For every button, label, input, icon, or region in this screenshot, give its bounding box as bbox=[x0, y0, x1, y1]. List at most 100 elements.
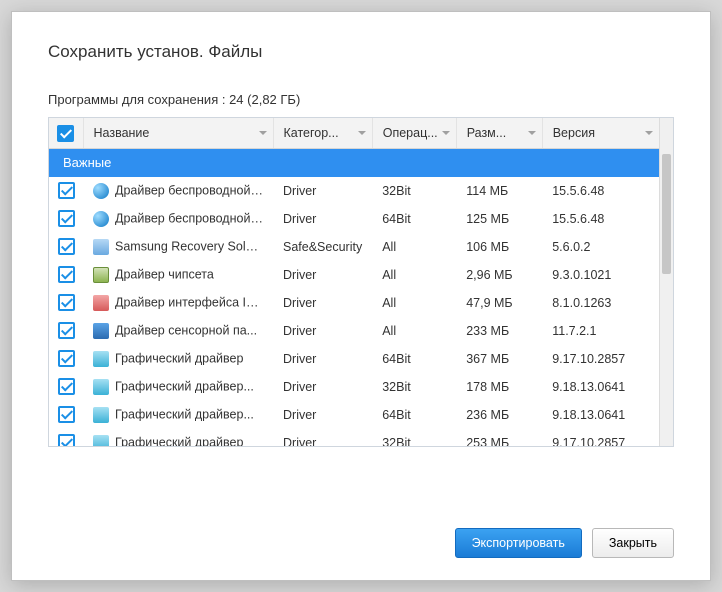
row-name: Драйвер интерфейса In... bbox=[115, 295, 263, 309]
col-size[interactable]: Разм... bbox=[456, 118, 542, 149]
row-size: 367 МБ bbox=[456, 345, 542, 373]
table-scroll: Название Категор... Операц... Разм. bbox=[49, 118, 659, 446]
row-checkbox[interactable] bbox=[58, 434, 75, 446]
row-checkbox-cell bbox=[49, 345, 83, 373]
sort-arrow-icon bbox=[645, 131, 653, 135]
row-category: Driver bbox=[273, 373, 372, 401]
app-icon bbox=[93, 239, 109, 255]
app-icon bbox=[93, 211, 109, 227]
sort-arrow-icon bbox=[259, 131, 267, 135]
vertical-scrollbar[interactable] bbox=[659, 118, 673, 446]
row-name: Графический драйвер bbox=[115, 351, 243, 365]
dialog-title: Сохранить установ. Файлы bbox=[48, 42, 674, 62]
table-row[interactable]: Графический драйверDriver32Bit253 МБ9.17… bbox=[49, 429, 659, 447]
row-checkbox-cell bbox=[49, 317, 83, 345]
app-icon bbox=[93, 407, 109, 423]
header-checkbox-cell[interactable] bbox=[49, 118, 83, 149]
row-checkbox[interactable] bbox=[58, 266, 75, 283]
row-category: Driver bbox=[273, 317, 372, 345]
row-name: Драйвер беспроводной ... bbox=[115, 211, 264, 225]
table-row[interactable]: Графический драйвер...Driver64Bit236 МБ9… bbox=[49, 401, 659, 429]
col-version-label: Версия bbox=[553, 126, 595, 140]
row-version: 9.17.10.2857 bbox=[542, 345, 659, 373]
row-category: Driver bbox=[273, 401, 372, 429]
row-os: 32Bit bbox=[372, 373, 456, 401]
col-name[interactable]: Название bbox=[83, 118, 273, 149]
col-category[interactable]: Категор... bbox=[273, 118, 372, 149]
row-size: 253 МБ bbox=[456, 429, 542, 447]
row-size: 236 МБ bbox=[456, 401, 542, 429]
row-name-cell: Samsung Recovery Solut... bbox=[83, 233, 273, 261]
table-row[interactable]: Драйвер сенсорной па... DriverAll233 МБ11… bbox=[49, 317, 659, 345]
group-label: Важные bbox=[49, 149, 659, 177]
row-name: Драйвер сенсорной па... bbox=[115, 323, 257, 337]
col-version[interactable]: Версия bbox=[542, 118, 659, 149]
row-name-cell: Драйвер беспроводной ... bbox=[83, 177, 273, 205]
row-checkbox-cell bbox=[49, 261, 83, 289]
row-version: 15.5.6.48 bbox=[542, 205, 659, 233]
row-category: Driver bbox=[273, 289, 372, 317]
row-category: Driver bbox=[273, 177, 372, 205]
export-button[interactable]: Экспортировать bbox=[455, 528, 582, 558]
row-category: Driver bbox=[273, 345, 372, 373]
row-size: 233 МБ bbox=[456, 317, 542, 345]
row-checkbox[interactable] bbox=[58, 294, 75, 311]
row-category: Driver bbox=[273, 261, 372, 289]
row-category: Driver bbox=[273, 205, 372, 233]
row-name: Графический драйвер... bbox=[115, 379, 254, 393]
row-name-cell: Графический драйвер bbox=[83, 345, 273, 373]
row-name: Samsung Recovery Solut... bbox=[115, 239, 266, 253]
col-size-label: Разм... bbox=[467, 126, 506, 140]
row-name-cell: Драйвер интерфейса In... bbox=[83, 289, 273, 317]
app-icon bbox=[93, 435, 109, 447]
table-row[interactable]: Графический драйверDriver64Bit367 МБ9.17… bbox=[49, 345, 659, 373]
col-os-label: Операц... bbox=[383, 126, 438, 140]
row-checkbox-cell bbox=[49, 289, 83, 317]
dialog-window: Сохранить установ. Файлы Программы для с… bbox=[11, 11, 711, 581]
row-size: 114 МБ bbox=[456, 177, 542, 205]
group-row-important[interactable]: Важные bbox=[49, 149, 659, 177]
row-checkbox[interactable] bbox=[58, 322, 75, 339]
table-row[interactable]: Драйвер интерфейса In...DriverAll47,9 МБ… bbox=[49, 289, 659, 317]
row-name: Графический драйвер bbox=[115, 435, 243, 446]
row-name-cell: Графический драйвер... bbox=[83, 401, 273, 429]
row-name-cell: Драйвер сенсорной па... bbox=[83, 317, 273, 345]
row-version: 5.6.0.2 bbox=[542, 233, 659, 261]
col-os[interactable]: Операц... bbox=[372, 118, 456, 149]
row-checkbox[interactable] bbox=[58, 350, 75, 367]
select-all-checkbox[interactable] bbox=[57, 125, 74, 142]
row-name-cell: Графический драйвер bbox=[83, 429, 273, 447]
table-row[interactable]: Графический драйвер...Driver32Bit178 МБ9… bbox=[49, 373, 659, 401]
table-row[interactable]: Драйвер беспроводной ...Driver32Bit114 М… bbox=[49, 177, 659, 205]
row-checkbox[interactable] bbox=[58, 238, 75, 255]
close-button[interactable]: Закрыть bbox=[592, 528, 674, 558]
col-name-label: Название bbox=[94, 126, 150, 140]
row-checkbox[interactable] bbox=[58, 182, 75, 199]
table-header-row: Название Категор... Операц... Разм. bbox=[49, 118, 659, 149]
row-checkbox-cell bbox=[49, 373, 83, 401]
app-icon bbox=[93, 183, 109, 199]
row-checkbox[interactable] bbox=[58, 406, 75, 423]
row-checkbox-cell bbox=[49, 177, 83, 205]
row-os: All bbox=[372, 233, 456, 261]
row-name: Драйвер чипсета bbox=[115, 267, 214, 281]
row-category: Safe&Security bbox=[273, 233, 372, 261]
row-checkbox[interactable] bbox=[58, 378, 75, 395]
row-checkbox-cell bbox=[49, 233, 83, 261]
table-row[interactable]: Драйвер чипсетаDriverAll2,96 МБ9.3.0.102… bbox=[49, 261, 659, 289]
row-version: 9.3.0.1021 bbox=[542, 261, 659, 289]
row-size: 2,96 МБ bbox=[456, 261, 542, 289]
row-os: 64Bit bbox=[372, 205, 456, 233]
app-icon bbox=[93, 267, 109, 283]
scrollbar-thumb[interactable] bbox=[662, 154, 671, 274]
table-row[interactable]: Драйвер беспроводной ...Driver64Bit125 М… bbox=[49, 205, 659, 233]
programs-table: Название Категор... Операц... Разм. bbox=[49, 118, 659, 446]
row-checkbox-cell bbox=[49, 401, 83, 429]
row-checkbox[interactable] bbox=[58, 210, 75, 227]
dialog-footer: Экспортировать Закрыть bbox=[48, 510, 674, 558]
row-name: Графический драйвер... bbox=[115, 407, 254, 421]
row-category: Driver bbox=[273, 429, 372, 447]
table-row[interactable]: Samsung Recovery Solut... Safe&SecurityAl… bbox=[49, 233, 659, 261]
row-version: 11.7.2.1 bbox=[542, 317, 659, 345]
row-os: All bbox=[372, 317, 456, 345]
